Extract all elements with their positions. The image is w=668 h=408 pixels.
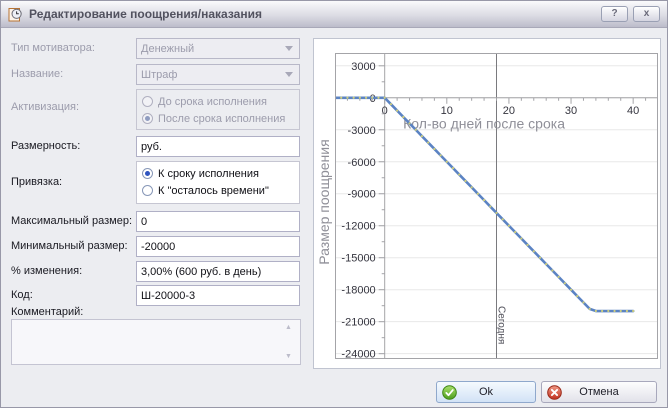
activation-label: Активизация: (11, 101, 80, 113)
max-size-input[interactable] (136, 211, 300, 232)
cancel-button-label: Отмена (579, 386, 619, 398)
svg-text:0: 0 (382, 105, 388, 117)
svg-text:-18000: -18000 (341, 285, 375, 297)
min-size-label: Минимальный размер: (11, 240, 128, 252)
chevron-down-icon (285, 46, 293, 51)
binding-radio-group: К сроку исполнения К "осталось времени" (136, 161, 300, 204)
activation-radio-group: До срока исполнения После срока исполнен… (136, 89, 300, 130)
help-button[interactable]: ? (601, 6, 628, 22)
name-select: Штраф (136, 64, 300, 85)
radio-checked-icon[interactable] (142, 168, 153, 179)
max-size-label: Максимальный размер: (11, 215, 133, 227)
scroll-down-icon[interactable]: ▼ (285, 353, 292, 360)
code-input[interactable] (136, 285, 300, 306)
comment-textarea[interactable] (11, 319, 301, 365)
svg-text:Кол-во дней после срока: Кол-во дней после срока (403, 116, 565, 132)
svg-text:-21000: -21000 (341, 317, 375, 329)
percent-change-label: % изменения: (11, 265, 83, 277)
chevron-down-icon (285, 72, 293, 77)
cancel-button[interactable]: Отмена (541, 381, 657, 403)
svg-text:-24000: -24000 (341, 349, 375, 359)
radio-checked-icon (142, 113, 153, 124)
radio-after-deadline: После срока исполнения (142, 110, 294, 127)
scroll-up-icon[interactable]: ▲ (285, 324, 292, 331)
radio-before-deadline: До срока исполнения (142, 93, 294, 110)
name-label: Название: (11, 68, 64, 80)
svg-text:Сегодня: Сегодня (496, 306, 507, 344)
svg-text:40: 40 (627, 105, 639, 117)
chart-panel: Размер поощрения 01020304030000-3000-600… (313, 38, 661, 369)
close-button[interactable]: x (633, 6, 660, 22)
chart-y-axis-title: Размер поощрения (316, 139, 332, 265)
reward-size-chart: 01020304030000-3000-6000-9000-12000-1500… (335, 53, 658, 359)
binding-label: Привязка: (11, 176, 63, 188)
motivator-type-value: Денежный (141, 42, 195, 55)
name-value: Штраф (141, 68, 178, 81)
clock-document-icon (8, 7, 23, 22)
svg-text:-12000: -12000 (341, 221, 375, 233)
titlebar[interactable]: Редактирование поощрения/наказания ? x (1, 1, 667, 28)
svg-text:-9000: -9000 (348, 189, 376, 201)
motivator-type-label: Тип мотиватора: (11, 42, 95, 54)
code-label: Код: (11, 289, 33, 301)
svg-text:-6000: -6000 (348, 157, 376, 169)
window-title: Редактирование поощрения/наказания (29, 7, 262, 21)
comment-label: Комментарий: (11, 306, 84, 318)
dimension-input[interactable] (136, 136, 300, 157)
svg-text:-3000: -3000 (348, 125, 376, 137)
ok-button-label: Ok (478, 386, 494, 398)
dimension-label: Размерность: (11, 140, 81, 152)
svg-text:3000: 3000 (351, 61, 375, 73)
svg-text:-15000: -15000 (341, 253, 375, 265)
edit-reward-punishment-dialog: Редактирование поощрения/наказания ? x Т… (0, 0, 668, 408)
ok-button[interactable]: Ok (436, 381, 536, 403)
radio-icon[interactable] (142, 185, 153, 196)
radio-to-time-left[interactable]: К "осталось времени" (142, 182, 294, 199)
min-size-input[interactable] (136, 236, 300, 257)
motivator-type-select: Денежный (136, 38, 300, 59)
radio-to-deadline[interactable]: К сроку исполнения (142, 165, 294, 182)
svg-text:30: 30 (565, 105, 577, 117)
radio-icon (142, 96, 153, 107)
percent-change-input[interactable] (136, 261, 300, 282)
